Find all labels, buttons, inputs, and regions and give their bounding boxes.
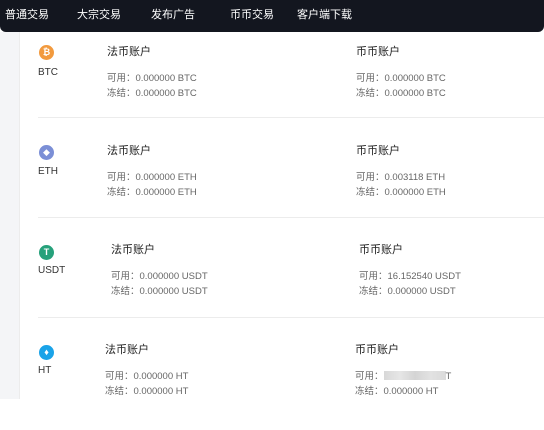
nav-item-regular-trade[interactable]: 普通交易 [5,8,49,22]
asset-row-usdt: T USDT 法币账户 可用：0.000000 USDT 冻结：0.000000… [20,230,544,330]
coin-name: BTC [38,67,58,78]
eth-icon: ◆ [39,145,54,160]
top-navigation-bar: 普通交易 大宗交易 发布广告 币币交易 客户端下载 [0,0,544,32]
left-sidebar [0,32,20,399]
fiat-available: 可用：0.000000 HT [105,371,189,382]
fiat-available: 可用：0.000000 USDT [111,271,208,282]
spot-available: 可用：0.000000 BTC [356,73,446,84]
fiat-available: 可用：0.000000 BTC [107,73,197,84]
asset-row-ht: ♦ HT 法币账户 可用：0.000000 HT 冻结：0.000000 HT … [20,330,544,430]
nav-item-post-ad[interactable]: 发布广告 [151,8,195,22]
fiat-account-title: 法币账户 [107,46,151,58]
nav-item-block-trade[interactable]: 大宗交易 [77,8,121,22]
coin-name: USDT [38,265,66,276]
spot-account-title: 币币账户 [359,244,403,256]
fiat-frozen: 冻结：0.000000 HT [105,386,189,397]
row-divider [38,117,544,118]
nav-item-client-download[interactable]: 客户端下载 [297,8,352,22]
spot-frozen: 冻结：0.000000 USDT [359,286,456,297]
spot-account-title: 币币账户 [356,46,400,58]
spot-account-title: 币币账户 [356,145,400,157]
redacted-value [383,371,446,380]
spot-available-suffix: T [445,371,452,382]
spot-account-title: 币币账户 [355,344,399,356]
asset-row-eth: ◆ ETH 法币账户 可用：0.000000 ETH 冻结：0.000000 E… [20,130,544,230]
row-divider [38,217,544,218]
fiat-frozen: 冻结：0.000000 USDT [111,286,208,297]
fiat-frozen: 冻结：0.000000 ETH [107,187,197,198]
spot-available: 可用：0.003118 ETH [356,172,446,183]
spot-available: 可用：16.152540 USDT [359,271,461,282]
fiat-account-title: 法币账户 [105,344,149,356]
nav-item-spot-trade[interactable]: 币币交易 [230,8,274,22]
fiat-available: 可用：0.000000 ETH [107,172,197,183]
fiat-account-title: 法币账户 [107,145,151,157]
btc-icon: ₿ [39,45,54,60]
spot-frozen: 冻结：0.000000 HT [355,386,439,397]
spot-frozen: 冻结：0.000000 BTC [356,88,446,99]
asset-row-btc: ₿ BTC 法币账户 可用：0.000000 BTC 冻结：0.000000 B… [20,30,544,130]
coin-name: HT [38,365,52,376]
fiat-frozen: 冻结：0.000000 BTC [107,88,197,99]
ht-icon: ♦ [39,345,54,360]
spot-frozen: 冻结：0.000000 ETH [356,187,446,198]
fiat-account-title: 法币账户 [111,244,155,256]
spot-available-prefix: 可用： [355,371,384,382]
row-divider [38,317,544,318]
spot-available: 可用： T [355,368,451,382]
coin-name: ETH [38,166,58,177]
usdt-icon: T [39,245,54,260]
